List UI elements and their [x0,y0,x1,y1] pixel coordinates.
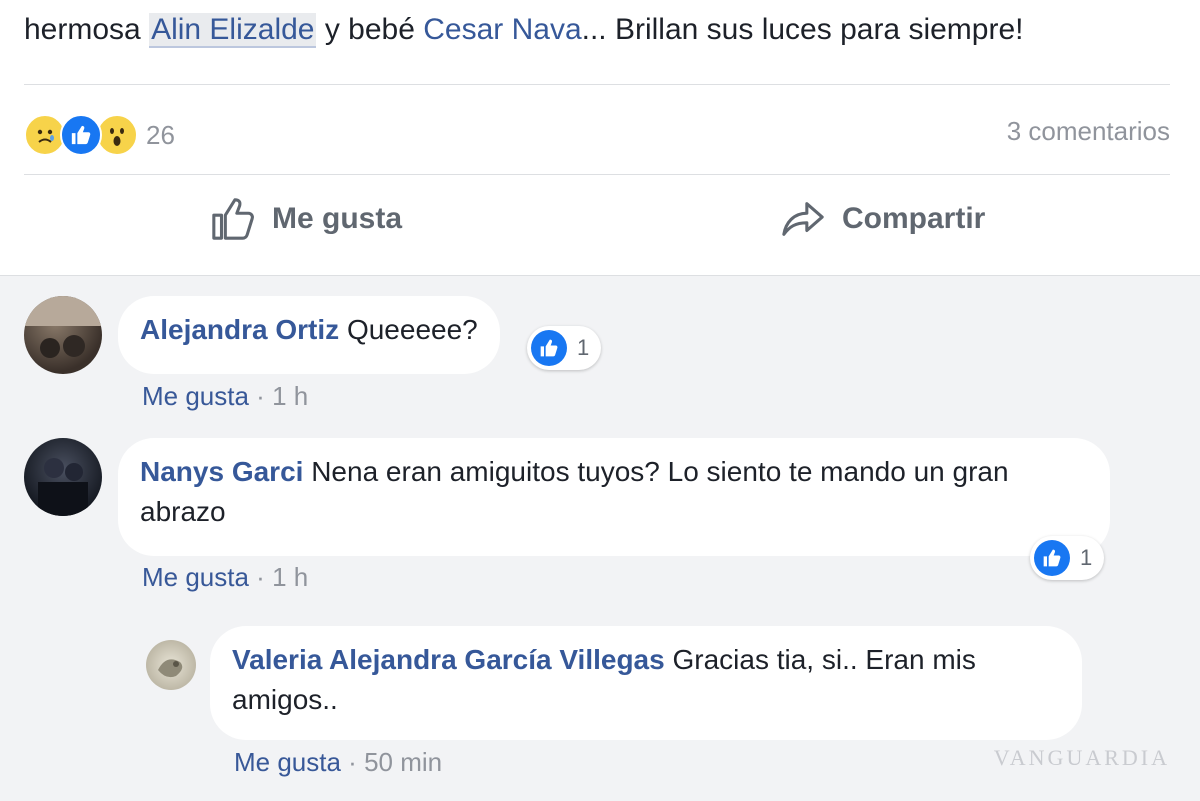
share-arrow-icon [782,202,824,236]
comment-author[interactable]: Nanys Garci [140,456,303,487]
comment-like-count: 1 [577,335,590,360]
comment-like-link[interactable]: Me gusta [142,381,249,411]
separator: · [248,562,273,592]
divider [24,174,1170,175]
like-icon [60,114,102,156]
comment-bubble: Alejandra Ortiz Queeeee? [118,296,500,374]
avatar[interactable] [24,296,102,374]
like-button-label: Me gusta [272,202,403,235]
post-area: hermosa Alin Elizalde y bebé Cesar Nava.… [0,0,1200,275]
watermark: VANGUARDIA [993,745,1170,770]
reply-avatar[interactable] [146,640,196,690]
comments-section: Alejandra Ortiz Queeeee? 1 Me gusta · 1 … [0,275,1200,801]
like-icon [531,330,567,366]
post-text-suffix: ... Brillan sus luces para siempre! [581,13,1024,46]
like-button[interactable]: Me gusta [210,196,402,242]
comment-like-badge[interactable]: 1 [1030,536,1105,580]
reply-meta: Me gusta · 50 min [234,747,442,778]
comment-bubble: Nanys Garci Nena eran amiguitos tuyos? L… [118,438,1110,556]
post-text-middle: y bebé [316,13,424,46]
comment-time[interactable]: 1 h [272,381,308,411]
thumbs-up-outline-icon [212,198,254,240]
post-text-prefix: hermosa [24,13,150,46]
mention-alin-elizalde[interactable]: Alin Elizalde [149,13,317,48]
comment-text: Queeeee? [339,314,478,345]
share-button[interactable]: Compartir [780,196,985,242]
separator: · [248,381,273,411]
comment-like-count: 1 [1080,545,1093,570]
reply-like-link[interactable]: Me gusta [234,747,341,777]
avatar[interactable] [24,438,102,516]
divider [24,84,1170,85]
reply-time[interactable]: 50 min [364,747,442,777]
mention-cesar-nava[interactable]: Cesar Nava [423,13,581,46]
comment-like-badge[interactable]: 1 [527,326,602,370]
reply-bubble: Valeria Alejandra García Villegas Gracia… [210,626,1082,740]
wow-face-icon [96,114,138,156]
separator: · [340,747,365,777]
share-button-label: Compartir [842,202,986,235]
reactions-summary[interactable]: 26 [24,114,175,156]
comments-count[interactable]: 3 comentarios [1007,116,1170,147]
comment-meta: Me gusta · 1 h [142,562,308,593]
comment-like-link[interactable]: Me gusta [142,562,249,592]
comment-meta: Me gusta · 1 h [142,381,308,412]
comment-author[interactable]: Alejandra Ortiz [140,314,339,345]
like-icon [1034,540,1070,576]
post-text: hermosa Alin Elizalde y bebé Cesar Nava.… [24,10,1023,50]
reaction-count[interactable]: 26 [146,120,175,151]
reply-author[interactable]: Valeria Alejandra García Villegas [232,644,665,675]
comment-time[interactable]: 1 h [272,562,308,592]
